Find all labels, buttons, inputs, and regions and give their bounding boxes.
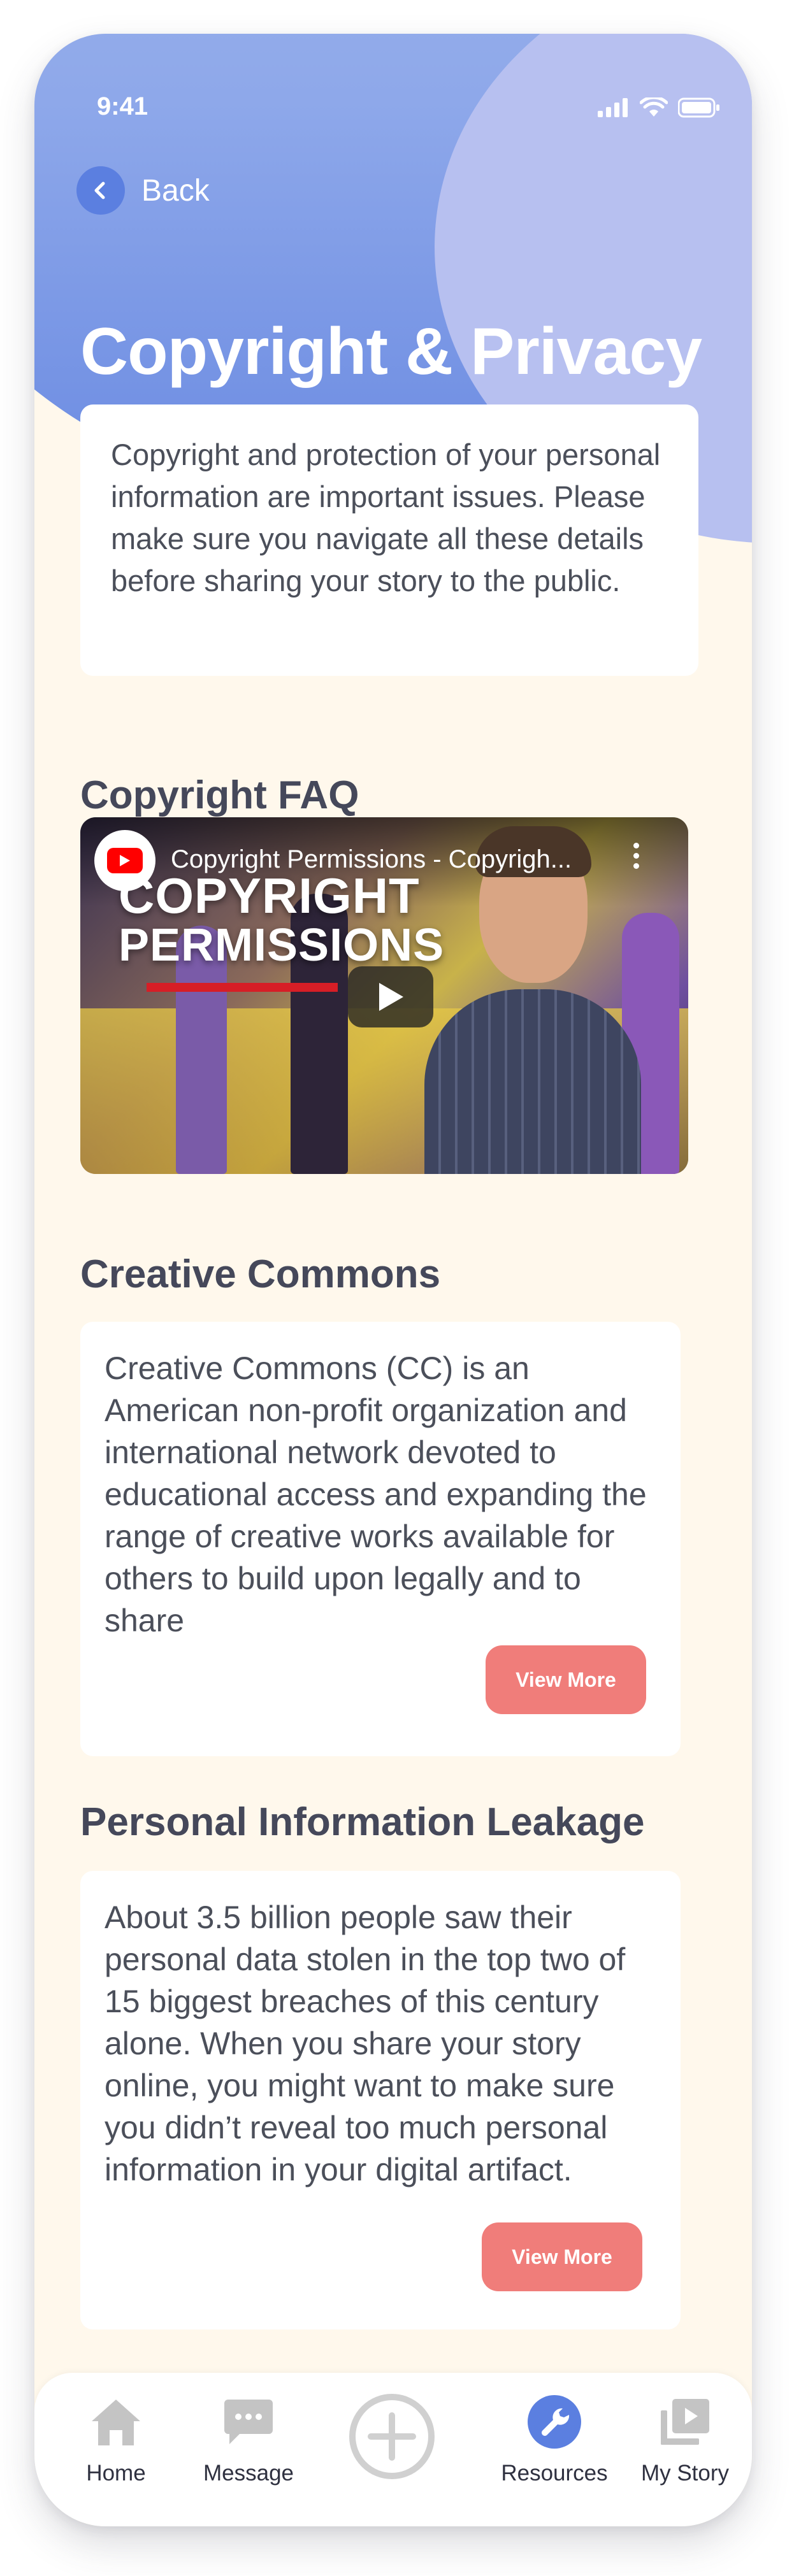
tab-my-story[interactable]: My Story bbox=[631, 2394, 739, 2486]
intro-card: Copyright and protection of your persona… bbox=[80, 404, 698, 676]
creative-commons-card: Creative Commons (CC) is an American non… bbox=[80, 1322, 681, 1756]
personal-information-leakage-view-more-button[interactable]: View More bbox=[482, 2222, 642, 2291]
tab-my-story-label: My Story bbox=[640, 2461, 730, 2486]
cellular-signal-icon bbox=[598, 98, 628, 117]
video-title[interactable]: Copyright Permissions - Copyrigh... bbox=[171, 845, 610, 874]
thumbnail-red-bar bbox=[147, 983, 338, 992]
youtube-logo-icon[interactable] bbox=[94, 830, 155, 891]
page-title: Copyright & Privacy bbox=[80, 315, 702, 389]
message-icon bbox=[223, 2394, 274, 2449]
creative-commons-title: Creative Commons bbox=[80, 1252, 441, 1296]
add-story-button[interactable] bbox=[347, 2392, 437, 2481]
personal-information-leakage-text: About 3.5 billion people saw their perso… bbox=[105, 1900, 626, 2187]
personal-information-leakage-title: Personal Information Leakage bbox=[80, 1800, 645, 1844]
tab-message[interactable]: Message bbox=[198, 2394, 299, 2486]
add-icon bbox=[348, 2392, 436, 2481]
back-button[interactable]: Back bbox=[76, 166, 210, 215]
phone-screen: 9:41 Back Copyright & Privacy Copyright … bbox=[34, 34, 752, 2526]
tab-home[interactable]: Home bbox=[71, 2394, 161, 2486]
personal-information-leakage-card: About 3.5 billion people saw their perso… bbox=[80, 1871, 681, 2329]
more-options-icon[interactable] bbox=[630, 843, 642, 875]
video-library-icon bbox=[658, 2394, 712, 2449]
bottom-tab-bar: Home Message Resources My Story bbox=[34, 2373, 752, 2526]
status-time: 9:41 bbox=[97, 92, 148, 120]
home-icon bbox=[89, 2394, 143, 2449]
wifi-icon bbox=[640, 97, 668, 117]
play-icon bbox=[379, 983, 403, 1011]
wrench-icon bbox=[527, 2394, 582, 2449]
tab-resources-label: Resources bbox=[501, 2461, 608, 2486]
tab-resources[interactable]: Resources bbox=[491, 2394, 618, 2486]
copyright-faq-title: Copyright FAQ bbox=[80, 773, 359, 817]
thumbnail-text-line1: COPYRIGHT bbox=[119, 868, 420, 924]
creative-commons-text: Creative Commons (CC) is an American non… bbox=[105, 1350, 647, 1638]
creative-commons-view-more-button[interactable]: View More bbox=[486, 1645, 646, 1714]
battery-icon bbox=[678, 97, 719, 118]
video-player[interactable]: COPYRIGHT PERMISSIONS Copyright Permissi… bbox=[80, 817, 688, 1174]
tab-home-label: Home bbox=[86, 2461, 146, 2486]
chevron-left-icon bbox=[76, 166, 125, 215]
tab-message-label: Message bbox=[203, 2461, 294, 2486]
thumbnail-presenter-body bbox=[424, 989, 641, 1174]
status-icons bbox=[598, 97, 720, 118]
play-button[interactable] bbox=[348, 966, 433, 1027]
intro-text: Copyright and protection of your persona… bbox=[111, 438, 661, 597]
back-label: Back bbox=[141, 173, 210, 208]
thumbnail-text-line2: PERMISSIONS bbox=[119, 920, 445, 971]
